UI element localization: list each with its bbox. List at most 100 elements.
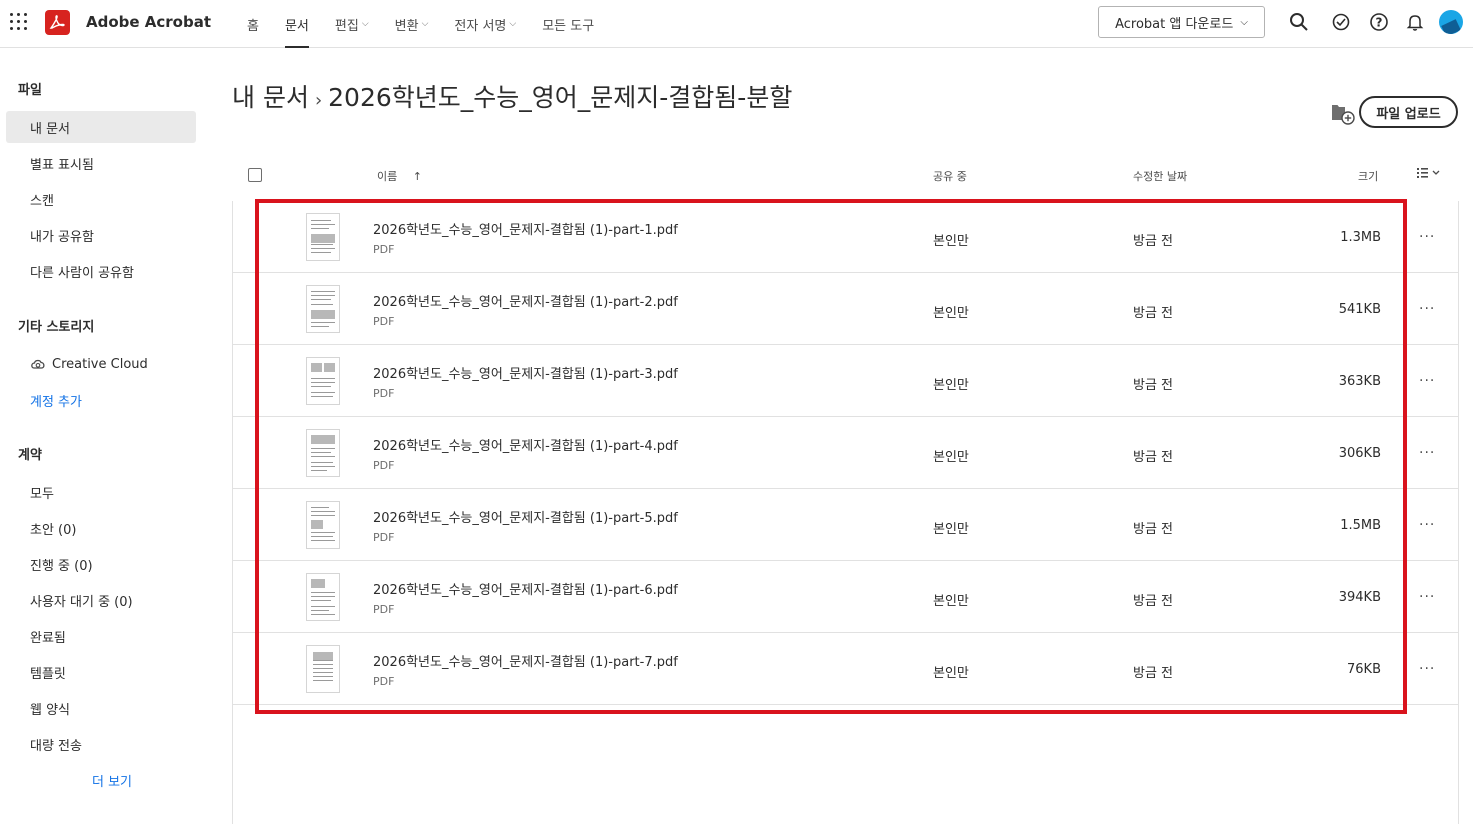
file-row[interactable]: 2026학년도_수능_영어_문제지-결합됨 (1)-part-6.pdf PDF 본…: [233, 561, 1459, 633]
new-folder-icon[interactable]: [1331, 103, 1357, 125]
pdf-thumbnail-icon: [306, 573, 340, 621]
file-row[interactable]: 2026학년도_수능_영어_문제지-결합됨 (1)-part-1.pdf PDF 본…: [233, 201, 1459, 273]
nav-item-label: 전자 서명: [454, 18, 507, 34]
sidebar-item-bulk-send[interactable]: 대량 전송: [6, 728, 196, 760]
file-list-header: 이름 ↑ 공유 중 수정한 날짜 크기: [232, 160, 1458, 190]
sidebar-item-templates[interactable]: 템플릿: [6, 656, 196, 688]
file-modified-date: 방금 전: [1133, 234, 1174, 249]
show-more-link[interactable]: 더 보기: [92, 771, 132, 790]
nav-item-label: 홈: [247, 18, 259, 34]
user-avatar[interactable]: [1439, 10, 1463, 34]
search-icon[interactable]: [1289, 12, 1309, 32]
file-sharing-status: 본인만: [933, 666, 969, 681]
file-type: PDF: [373, 315, 395, 328]
upload-file-button[interactable]: 파일 업로드: [1359, 96, 1458, 128]
file-name[interactable]: 2026학년도_수능_영어_문제지-결합됨 (1)-part-1.pdf: [373, 219, 678, 238]
file-size: 394KB: [1338, 590, 1381, 605]
top-bar: Adobe Acrobat 홈 문서 편집 ⌵ 변환 ⌵ 전자 서명 ⌵ 모든 도구 Acrob…: [0, 0, 1473, 48]
file-row[interactable]: 2026학년도_수능_영어_문제지-결합됨 (1)-part-4.pdf PDF 본…: [233, 417, 1459, 489]
more-options-icon[interactable]: ···: [1419, 229, 1439, 245]
more-options-icon[interactable]: ···: [1419, 445, 1439, 461]
contracts-heading: 계약: [18, 448, 42, 463]
file-row[interactable]: 2026학년도_수능_영어_문제지-결합됨 (1)-part-2.pdf PDF 본…: [233, 273, 1459, 345]
svg-text:?: ?: [1376, 16, 1383, 30]
file-size: 76KB: [1347, 662, 1381, 677]
help-icon[interactable]: ?: [1369, 12, 1389, 32]
file-name[interactable]: 2026학년도_수능_영어_문제지-결합됨 (1)-part-2.pdf: [373, 291, 678, 310]
file-row[interactable]: 2026학년도_수능_영어_문제지-결합됨 (1)-part-3.pdf PDF 본…: [233, 345, 1459, 417]
sidebar-item-shared-by-you[interactable]: 내가 공유함: [6, 219, 196, 251]
sidebar-item-shared-by-others[interactable]: 다른 사람이 공유함: [6, 255, 196, 287]
notifications-bell-icon[interactable]: [1405, 12, 1425, 32]
sidebar: 파일 내 문서 별표 표시됨 스캔 내가 공유함 다른 사람이 공유함 기타 스…: [0, 49, 210, 824]
nav-item-5[interactable]: 모든 도구: [542, 0, 594, 48]
file-type: PDF: [373, 243, 395, 256]
nav-item-0[interactable]: 홈: [247, 0, 259, 48]
file-name[interactable]: 2026학년도_수능_영어_문제지-결합됨 (1)-part-4.pdf: [373, 435, 678, 454]
more-options-icon[interactable]: ···: [1419, 661, 1439, 677]
file-size: 306KB: [1338, 446, 1381, 461]
file-size: 1.5MB: [1340, 518, 1381, 533]
file-type: PDF: [373, 387, 395, 400]
more-options-icon[interactable]: ···: [1419, 301, 1439, 317]
view-options-icon[interactable]: [1416, 166, 1442, 184]
sidebar-item-scans[interactable]: 스캔: [6, 183, 196, 215]
more-options-icon[interactable]: ···: [1419, 589, 1439, 605]
file-sharing-status: 본인만: [933, 450, 969, 465]
column-size-header[interactable]: 크기: [1358, 168, 1378, 184]
column-name-label: 이름: [377, 170, 398, 183]
more-options-icon[interactable]: ···: [1419, 517, 1439, 533]
sidebar-item-in-progress[interactable]: 진행 중 (0): [6, 548, 196, 580]
nav-item-1[interactable]: 문서: [284, 0, 309, 48]
nav-item-label: 변환: [394, 18, 419, 34]
file-name[interactable]: 2026학년도_수능_영어_문제지-결합됨 (1)-part-5.pdf: [373, 507, 678, 526]
file-modified-date: 방금 전: [1133, 594, 1174, 609]
breadcrumb-root[interactable]: 내 문서: [232, 78, 309, 114]
column-modified-header[interactable]: 수정한 날짜: [1133, 168, 1187, 184]
sidebar-item-label: Creative Cloud: [52, 356, 148, 372]
pdf-thumbnail-icon: [306, 285, 340, 333]
file-type: PDF: [373, 603, 395, 616]
nav-item-2[interactable]: 편집 ⌵: [335, 0, 369, 48]
nav-item-4[interactable]: 전자 서명 ⌵: [454, 0, 516, 48]
pdf-thumbnail-icon: [306, 645, 340, 693]
file-modified-date: 방금 전: [1133, 522, 1174, 537]
sidebar-item-drafts[interactable]: 초안 (0): [6, 512, 196, 544]
file-row[interactable]: 2026학년도_수능_영어_문제지-결합됨 (1)-part-5.pdf PDF 본…: [233, 489, 1459, 561]
files-heading: 파일: [18, 83, 42, 98]
tasks-check-icon[interactable]: [1331, 12, 1351, 32]
file-sharing-status: 본인만: [933, 522, 969, 537]
acrobat-logo-icon[interactable]: [45, 10, 70, 35]
file-row[interactable]: 2026학년도_수능_영어_문제지-결합됨 (1)-part-7.pdf PDF 본…: [233, 633, 1459, 705]
pdf-thumbnail-icon: [306, 357, 340, 405]
creative-cloud-icon: [30, 356, 46, 372]
more-options-icon[interactable]: ···: [1419, 373, 1439, 389]
sidebar-item-all[interactable]: 모두: [6, 476, 196, 508]
chevron-down-icon: ⌵: [361, 19, 369, 29]
file-size: 363KB: [1338, 374, 1381, 389]
breadcrumb-current: 2026학년도_수능_영어_문제지-결합됨-분할: [328, 83, 793, 112]
nav-item-label: 편집: [334, 18, 359, 34]
sidebar-item-my-documents[interactable]: 내 문서: [6, 111, 196, 143]
select-all-checkbox[interactable]: [248, 168, 262, 182]
sidebar-item-completed[interactable]: 완료됨: [6, 620, 196, 652]
sidebar-item-waiting-for-you[interactable]: 사용자 대기 중 (0): [6, 584, 196, 616]
sidebar-item-starred[interactable]: 별표 표시됨: [6, 147, 196, 179]
file-size: 1.3MB: [1340, 230, 1381, 245]
download-app-button[interactable]: Acrobat 앱 다운로드 ⌵: [1098, 6, 1265, 38]
sort-ascending-icon: ↑: [412, 170, 422, 183]
column-shared-header[interactable]: 공유 중: [933, 168, 967, 184]
nav-item-3[interactable]: 변환 ⌵: [395, 0, 429, 48]
nav-item-label: 문서: [284, 18, 309, 34]
sidebar-item-web-forms[interactable]: 웹 양식: [6, 692, 196, 724]
sidebar-item-creative-cloud[interactable]: Creative Cloud: [6, 348, 196, 380]
column-name-header[interactable]: 이름 ↑: [377, 168, 422, 184]
app-switcher-icon[interactable]: [10, 13, 28, 31]
file-name[interactable]: 2026학년도_수능_영어_문제지-결합됨 (1)-part-6.pdf: [373, 579, 678, 598]
app-title: Adobe Acrobat: [86, 13, 212, 31]
download-app-label: Acrobat 앱 다운로드: [1115, 16, 1234, 32]
file-name[interactable]: 2026학년도_수능_영어_문제지-결합됨 (1)-part-7.pdf: [373, 651, 678, 670]
file-name[interactable]: 2026학년도_수능_영어_문제지-결합됨 (1)-part-3.pdf: [373, 363, 678, 382]
chevron-down-icon: ⌵: [421, 19, 429, 29]
add-account-link[interactable]: 계정 추가: [6, 384, 196, 416]
